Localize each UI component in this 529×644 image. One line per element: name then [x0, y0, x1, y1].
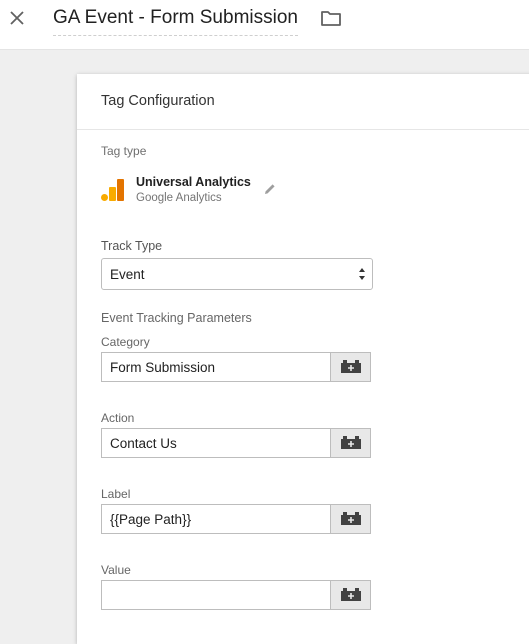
folder-button[interactable]: [320, 9, 342, 29]
card-title: Tag Configuration: [101, 93, 215, 109]
close-icon: [10, 11, 24, 25]
close-button[interactable]: [6, 7, 28, 29]
action-variable-button[interactable]: [330, 428, 371, 458]
variable-picker-icon: [340, 360, 361, 373]
category-label: Category: [101, 335, 150, 349]
action-field: [101, 428, 371, 458]
event-params-heading: Event Tracking Parameters: [101, 311, 252, 325]
value-input[interactable]: [101, 580, 330, 610]
tag-type-vendor: Google Analytics: [136, 192, 222, 204]
value-label: Value: [101, 563, 131, 577]
folder-icon: [321, 11, 341, 26]
track-type-value: Event: [110, 267, 145, 282]
variable-picker-icon: [340, 588, 361, 601]
track-type-select[interactable]: Event: [101, 258, 373, 290]
action-label: Action: [101, 411, 135, 425]
value-variable-button[interactable]: [330, 580, 371, 610]
editor-header: GA Event - Form Submission: [0, 0, 529, 50]
universal-analytics-icon: [101, 179, 124, 201]
variable-picker-icon: [340, 512, 361, 525]
category-input[interactable]: [101, 352, 330, 382]
pencil-icon: [265, 184, 275, 194]
tag-type-label: Tag type: [101, 144, 147, 158]
track-type-label: Track Type: [101, 239, 163, 253]
select-arrows-icon: [359, 268, 365, 280]
variable-picker-icon: [340, 436, 361, 449]
edit-tag-type-button[interactable]: [263, 182, 277, 196]
label-variable-button[interactable]: [330, 504, 371, 534]
category-variable-button[interactable]: [330, 352, 371, 382]
tag-name-title[interactable]: GA Event - Form Submission: [53, 6, 298, 36]
tag-type-name[interactable]: Universal Analytics: [136, 175, 251, 189]
label-field: [101, 504, 371, 534]
label-input[interactable]: [101, 504, 330, 534]
category-field: [101, 352, 371, 382]
tag-configuration-card: Tag Configuration Tag type Universal Ana…: [77, 74, 529, 644]
value-field: [101, 580, 371, 610]
label-label: Label: [101, 487, 131, 501]
action-input[interactable]: [101, 428, 330, 458]
card-header: Tag Configuration: [77, 74, 529, 130]
